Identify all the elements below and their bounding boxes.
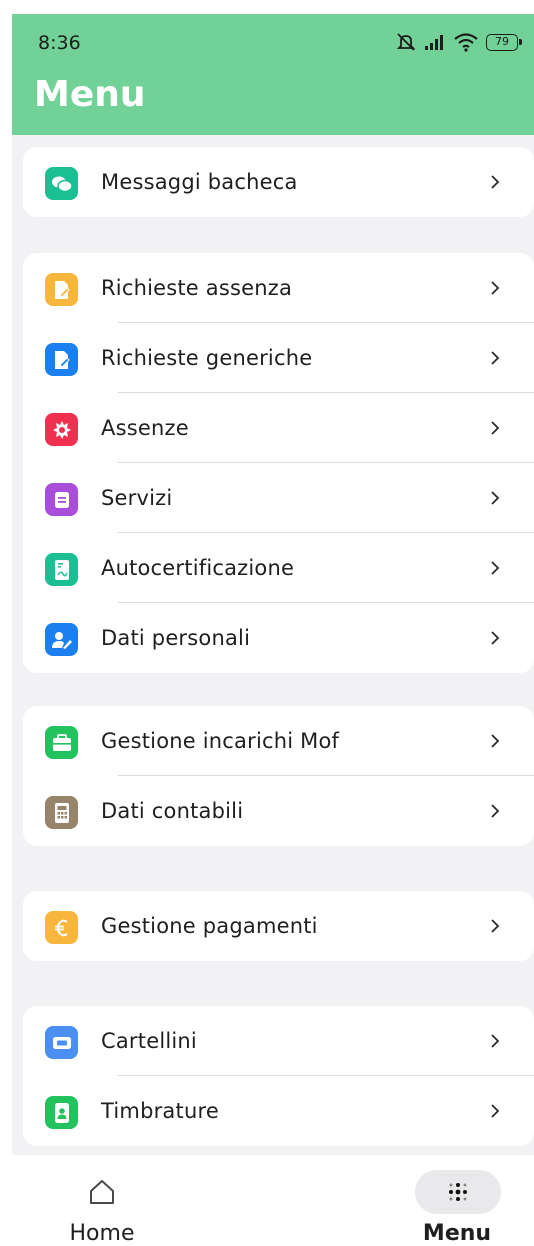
briefcase-icon bbox=[45, 726, 78, 759]
chevron-right-icon bbox=[491, 919, 500, 933]
menu-item-label: Dati personali bbox=[101, 626, 251, 650]
nav-menu-button[interactable]: Menu bbox=[402, 1165, 512, 1246]
menu-item-richieste-assenza[interactable]: Richieste assenza bbox=[23, 253, 534, 323]
nav-menu-active-pill bbox=[415, 1170, 501, 1214]
calculator-icon bbox=[45, 796, 78, 829]
app-header: 8:36 79 Menu bbox=[12, 14, 534, 135]
menu-item-label: Gestione incarichi Mof bbox=[101, 729, 340, 753]
menu-item-autocertificazione[interactable]: Autocertificazione bbox=[23, 533, 534, 603]
menu-item-timbrature[interactable]: Timbrature bbox=[23, 1076, 534, 1146]
menu-item-label: Cartellini bbox=[101, 1029, 197, 1053]
menu-group-requests: Richieste assenza Richieste generiche As… bbox=[23, 253, 534, 673]
chevron-right-icon bbox=[491, 281, 500, 295]
euro-icon bbox=[45, 911, 78, 944]
document-edit-icon bbox=[45, 273, 78, 306]
mute-bell-icon bbox=[396, 33, 416, 51]
wifi-icon bbox=[454, 33, 478, 52]
app-screen: 8:36 79 Menu Messaggi bacheca Richieste … bbox=[12, 14, 534, 1246]
certificate-doc-icon bbox=[45, 553, 78, 586]
chat-bubbles-icon bbox=[45, 167, 78, 200]
menu-item-dati-personali[interactable]: Dati personali bbox=[23, 603, 534, 673]
menu-item-label: Richieste assenza bbox=[101, 276, 293, 300]
chevron-right-icon bbox=[491, 351, 500, 365]
chevron-right-icon bbox=[491, 734, 500, 748]
chevron-right-icon bbox=[491, 1034, 500, 1048]
menu-item-richieste-generiche[interactable]: Richieste generiche bbox=[23, 323, 534, 393]
menu-item-label: Dati contabili bbox=[101, 799, 244, 823]
chevron-right-icon bbox=[491, 1104, 500, 1118]
nav-home-label: Home bbox=[69, 1221, 135, 1246]
menu-item-label: Timbrature bbox=[101, 1099, 219, 1123]
menu-group-payments: Gestione pagamenti bbox=[23, 891, 534, 961]
menu-item-cartellini[interactable]: Cartellini bbox=[23, 1006, 534, 1076]
nav-home-button[interactable]: Home bbox=[52, 1165, 152, 1246]
menu-group-messages: Messaggi bacheca bbox=[23, 147, 534, 217]
user-edit-icon bbox=[45, 623, 78, 656]
status-time: 8:36 bbox=[38, 32, 81, 54]
chevron-right-icon bbox=[491, 631, 500, 645]
chevron-right-icon bbox=[491, 491, 500, 505]
nav-menu-label: Menu bbox=[422, 1221, 492, 1246]
chevron-right-icon bbox=[491, 175, 500, 189]
menu-item-label: Richieste generiche bbox=[101, 346, 313, 370]
menu-item-assenze[interactable]: Assenze bbox=[23, 393, 534, 463]
ticket-card-icon bbox=[45, 1026, 78, 1059]
grid-dots-icon bbox=[449, 1183, 467, 1201]
chevron-right-icon bbox=[491, 421, 500, 435]
menu-item-gestione-pagamenti[interactable]: Gestione pagamenti bbox=[23, 891, 534, 961]
menu-item-label: Servizi bbox=[101, 486, 173, 510]
page-title: Menu bbox=[34, 74, 146, 115]
list-card-icon bbox=[45, 483, 78, 516]
chevron-right-icon bbox=[491, 804, 500, 818]
document-edit-icon bbox=[45, 343, 78, 376]
menu-item-label: Gestione pagamenti bbox=[101, 914, 318, 938]
menu-item-label: Assenze bbox=[101, 416, 189, 440]
menu-group-cards: Cartellini Timbrature bbox=[23, 1006, 534, 1146]
menu-group-mof: Gestione incarichi Mof Dati contabili bbox=[23, 706, 534, 846]
bottom-navigation: Home Menu bbox=[12, 1155, 534, 1246]
id-badge-icon bbox=[45, 1096, 78, 1129]
chevron-right-icon bbox=[491, 561, 500, 575]
menu-item-messaggi-bacheca[interactable]: Messaggi bacheca bbox=[23, 147, 534, 217]
menu-item-servizi[interactable]: Servizi bbox=[23, 463, 534, 533]
menu-item-gestione-incarichi-mof[interactable]: Gestione incarichi Mof bbox=[23, 706, 534, 776]
badge-gear-icon bbox=[45, 413, 78, 446]
battery-indicator: 79 bbox=[486, 33, 522, 51]
menu-item-label: Messaggi bacheca bbox=[101, 170, 298, 194]
signal-icon bbox=[425, 35, 443, 50]
home-icon bbox=[90, 1180, 114, 1204]
menu-item-label: Autocertificazione bbox=[101, 556, 295, 580]
status-icons: 79 bbox=[395, 32, 522, 52]
menu-item-dati-contabili[interactable]: Dati contabili bbox=[23, 776, 534, 846]
